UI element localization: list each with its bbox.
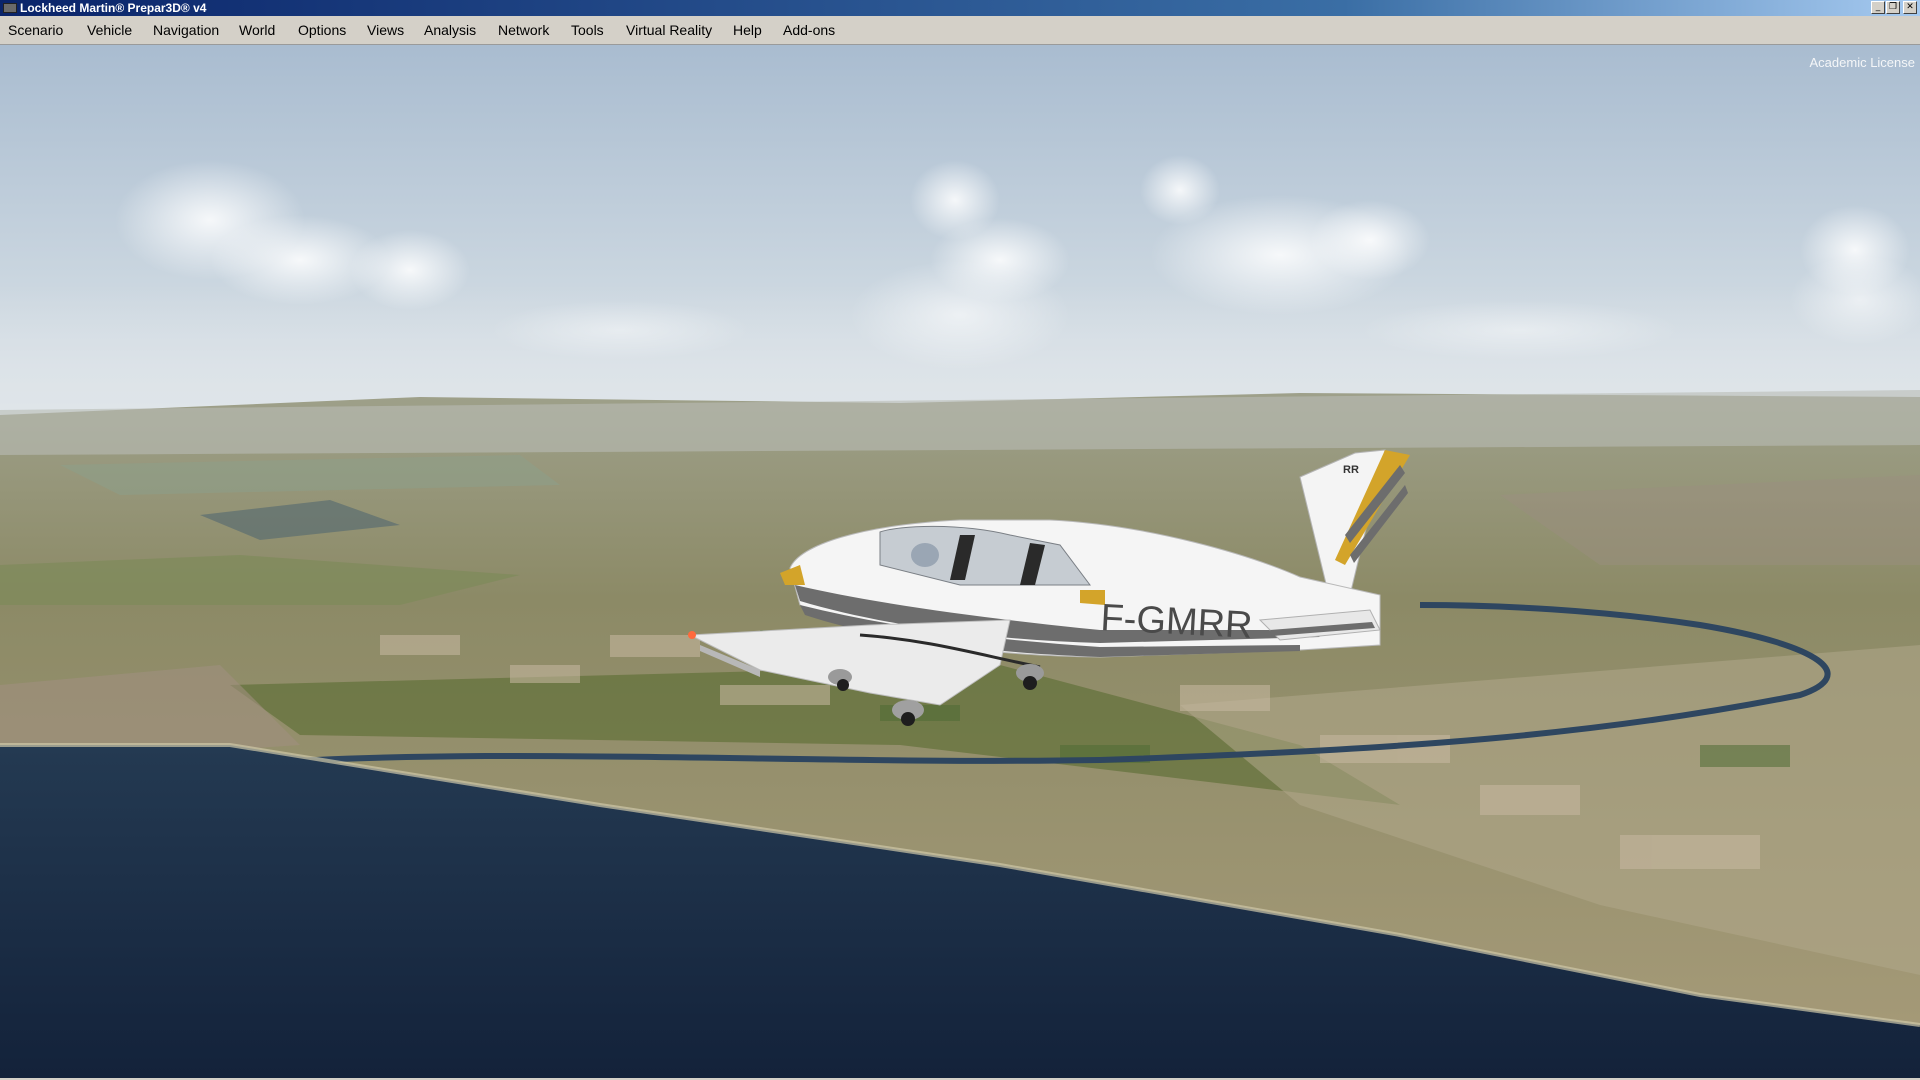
menu-network[interactable]: Network — [498, 22, 549, 38]
menu-navigation[interactable]: Navigation — [153, 22, 219, 38]
menu-analysis[interactable]: Analysis — [424, 22, 476, 38]
menu-scenario[interactable]: Scenario — [8, 22, 63, 38]
window-title: Lockheed Martin® Prepar3D® v4 — [20, 1, 207, 15]
restore-button[interactable]: ❐ — [1886, 1, 1900, 14]
menu-add-ons[interactable]: Add-ons — [783, 22, 835, 38]
app-icon[interactable] — [3, 3, 17, 13]
menu-tools[interactable]: Tools — [571, 22, 604, 38]
simulator-viewport[interactable]: RR F-GMRR — [0, 45, 1920, 1078]
aircraft-registration: F-GMRR — [1100, 597, 1254, 647]
menu-vehicle[interactable]: Vehicle — [87, 22, 132, 38]
tail-marking: RR — [1343, 464, 1359, 476]
menu-bar: Scenario Vehicle Navigation World Option… — [0, 16, 1920, 45]
menu-help[interactable]: Help — [733, 22, 762, 38]
menu-world[interactable]: World — [239, 22, 275, 38]
title-bar: Lockheed Martin® Prepar3D® v4 _ ❐ ✕ — [0, 0, 1920, 16]
minimize-button[interactable]: _ — [1871, 1, 1885, 14]
close-button[interactable]: ✕ — [1903, 1, 1917, 14]
menu-virtual-reality[interactable]: Virtual Reality — [626, 22, 712, 38]
menu-views[interactable]: Views — [367, 22, 404, 38]
license-watermark: Academic License — [1809, 55, 1916, 70]
menu-options[interactable]: Options — [298, 22, 346, 38]
